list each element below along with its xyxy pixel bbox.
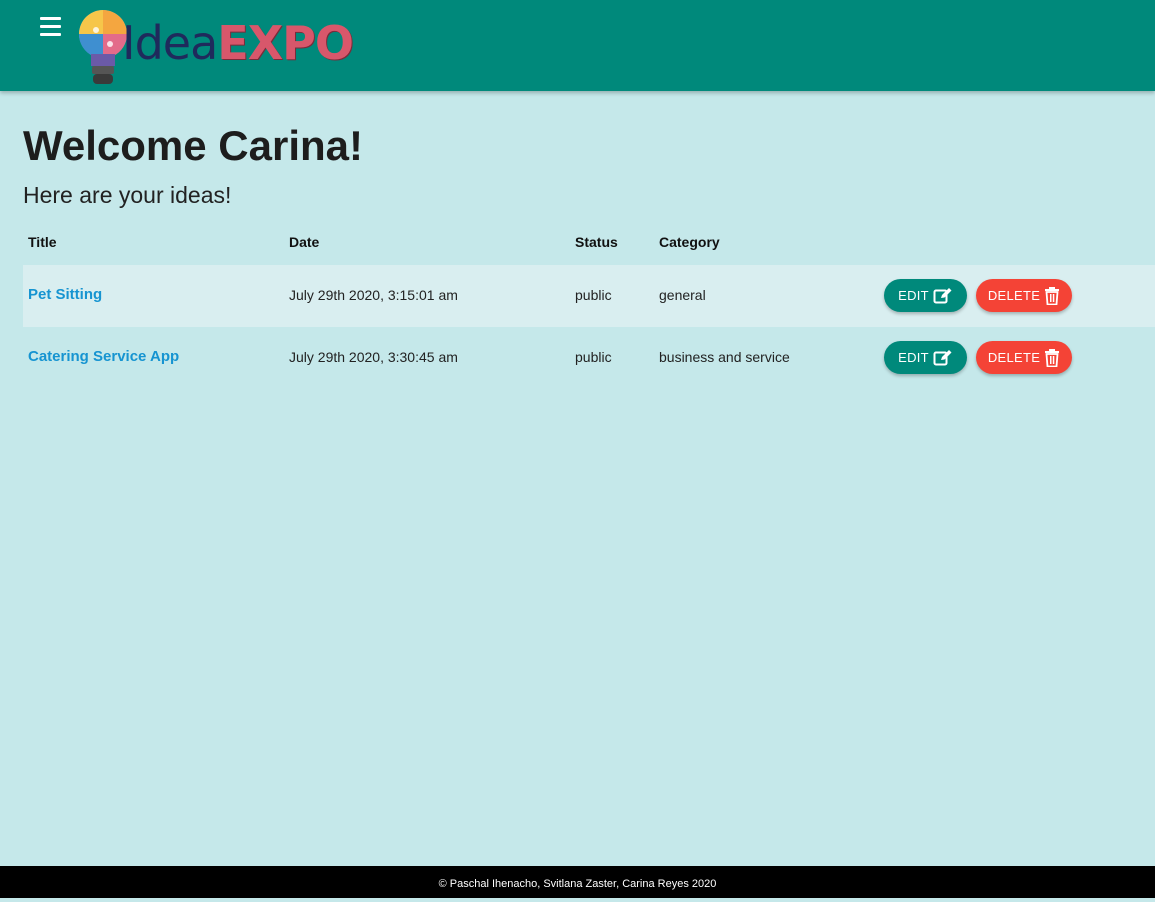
column-header-status: Status xyxy=(575,234,618,250)
delete-button-label: DELETE xyxy=(987,288,1041,303)
delete-button[interactable]: DELETE xyxy=(976,279,1072,312)
page-title: Welcome Carina! xyxy=(23,122,363,169)
delete-button[interactable]: DELETE xyxy=(976,341,1072,374)
idea-status: public xyxy=(575,287,612,303)
idea-title-link[interactable]: Catering Service App xyxy=(28,348,179,365)
delete-button-label: DELETE xyxy=(987,350,1041,365)
column-header-category: Category xyxy=(659,234,720,250)
footer-copyright: © Paschal Ihenacho, Svitlana Zaster, Car… xyxy=(438,878,717,890)
idea-category: general xyxy=(659,287,706,303)
ideas-table: Title Date Status Category Pet Sitting J… xyxy=(23,217,1155,389)
trash-icon xyxy=(1045,348,1060,367)
idea-date: July 29th 2020, 3:30:45 am xyxy=(289,349,458,365)
column-header-date: Date xyxy=(289,234,320,250)
edit-button[interactable]: EDIT xyxy=(884,279,967,312)
edit-icon xyxy=(933,349,952,365)
table-header: Title Date Status Category xyxy=(23,217,1155,265)
ideaexpo-logo[interactable]: IdeaEXPO xyxy=(78,6,354,88)
edit-button-label: EDIT xyxy=(898,350,929,365)
lightbulb-puzzle-icon xyxy=(78,10,128,84)
edit-button[interactable]: EDIT xyxy=(884,341,967,374)
footer: © Paschal Ihenacho, Svitlana Zaster, Car… xyxy=(0,866,1155,898)
top-navbar: IdeaEXPO xyxy=(0,0,1155,91)
idea-category: business and service xyxy=(659,349,790,365)
column-header-title: Title xyxy=(28,234,57,250)
table-row: Pet Sitting July 29th 2020, 3:15:01 am p… xyxy=(23,265,1155,327)
logo-word-expo: EXPO xyxy=(217,16,354,70)
page-subtitle: Here are your ideas! xyxy=(23,182,232,208)
edit-icon xyxy=(933,287,952,303)
edit-button-label: EDIT xyxy=(898,288,929,303)
logo-word-idea: Idea xyxy=(122,16,218,70)
logo-text: IdeaEXPO xyxy=(122,16,354,70)
table-row: Catering Service App July 29th 2020, 3:3… xyxy=(23,327,1155,389)
idea-title-link[interactable]: Pet Sitting xyxy=(28,286,102,303)
hamburger-menu-icon[interactable] xyxy=(40,17,61,37)
idea-status: public xyxy=(575,349,612,365)
idea-date: July 29th 2020, 3:15:01 am xyxy=(289,287,458,303)
trash-icon xyxy=(1045,286,1060,305)
